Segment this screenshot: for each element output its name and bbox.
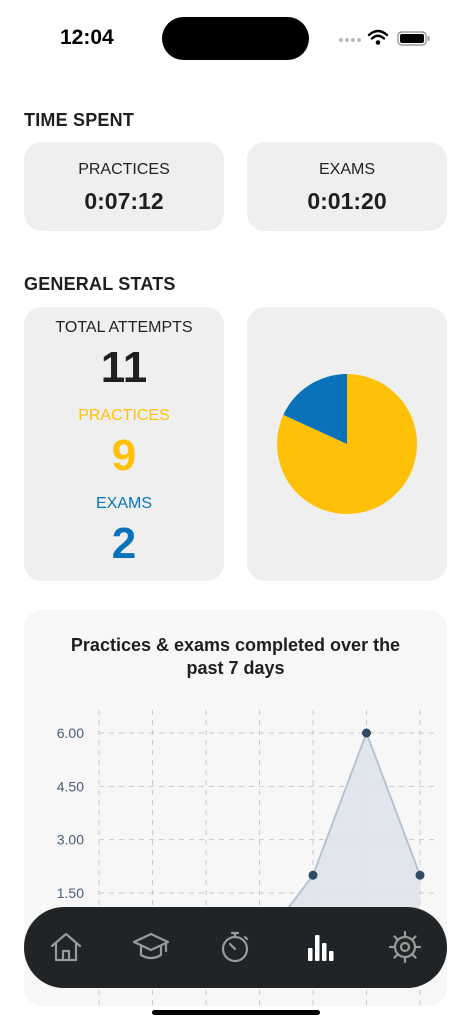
status-icons <box>339 29 430 46</box>
tab-stats[interactable] <box>298 925 342 969</box>
time-spent-title: TIME SPENT <box>24 110 135 130</box>
home-icon <box>50 932 82 962</box>
status-time: 12:04 <box>60 26 114 49</box>
practices-count-label: PRACTICES <box>78 407 170 424</box>
tab-home[interactable] <box>44 925 88 969</box>
y-tick-label: 1.50 <box>57 885 84 901</box>
exams-count-value: 2 <box>111 519 137 568</box>
chart-title: Practices & exams completed over the pas… <box>70 635 401 678</box>
dynamic-island <box>162 17 309 60</box>
practices-time-label: PRACTICES <box>78 161 170 178</box>
data-point <box>308 870 318 880</box>
total-attempts-value: 11 <box>100 343 148 392</box>
data-point <box>362 728 371 738</box>
graduation-cap-icon <box>132 932 170 960</box>
tab-bar <box>24 907 447 988</box>
attempts-card: TOTAL ATTEMPTS 11 PRACTICES 9 EXAMS 2 <box>24 307 224 581</box>
cellular-signal-icon <box>339 38 361 42</box>
home-indicator <box>152 1010 320 1015</box>
y-tick-label: 4.50 <box>57 778 84 794</box>
data-point <box>415 870 425 880</box>
tab-courses[interactable] <box>129 925 173 969</box>
tab-timer[interactable] <box>213 925 257 969</box>
exams-count-label: EXAMS <box>95 495 152 512</box>
status-bar: 12:04 <box>0 0 471 76</box>
y-tick-label: 6.00 <box>57 725 84 741</box>
stopwatch-icon <box>221 931 249 963</box>
total-attempts-label: TOTAL ATTEMPTS <box>55 319 193 336</box>
practices-count-value: 9 <box>111 431 137 480</box>
general-stats-title: GENERAL STATS <box>24 274 176 294</box>
exams-time-value: 0:01:20 <box>307 188 387 214</box>
gear-icon <box>388 930 422 964</box>
pie-chart-card <box>247 307 447 581</box>
bar-chart-icon <box>308 935 334 961</box>
y-tick-label: 3.00 <box>57 832 84 848</box>
exams-time-label: EXAMS <box>318 161 375 178</box>
wifi-icon <box>367 29 389 40</box>
exams-time-card: EXAMS 0:01:20 <box>247 142 447 231</box>
attempts-pie-chart <box>277 374 417 514</box>
wifi-dot <box>375 40 381 45</box>
tab-settings[interactable] <box>383 925 427 969</box>
practices-time-card: PRACTICES 0:07:12 <box>24 142 224 231</box>
practices-time-value: 0:07:12 <box>84 188 164 214</box>
battery-icon <box>397 31 430 46</box>
